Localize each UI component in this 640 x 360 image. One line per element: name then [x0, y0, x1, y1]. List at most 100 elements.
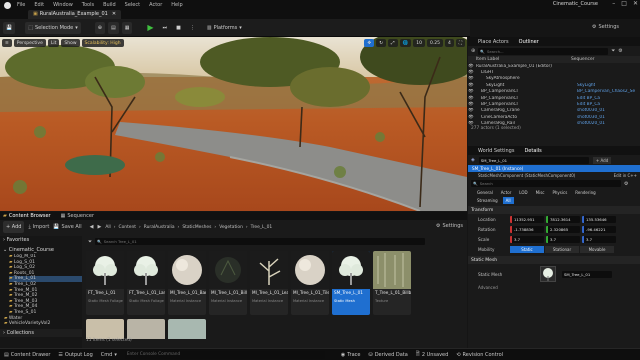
- filter-icon[interactable]: ⏷: [88, 239, 92, 245]
- close-tab-icon[interactable]: ✕: [112, 11, 116, 17]
- folder-item[interactable]: ▰ VehicleVarietyVol2: [4, 321, 82, 327]
- mobility-movable[interactable]: Movable: [580, 245, 614, 253]
- asset-tile[interactable]: [86, 319, 124, 339]
- cb-settings-button[interactable]: ⚙ Settings: [436, 223, 463, 229]
- rotation-z-field[interactable]: -96.46221: [582, 225, 616, 233]
- edit-cpp-label[interactable]: Edit in C++: [614, 173, 637, 178]
- cmd-button[interactable]: Cmd ▾: [101, 352, 117, 358]
- scalability-warning[interactable]: Scalability: High: [81, 39, 124, 47]
- rotation-y-field[interactable]: 2.320865: [546, 225, 580, 233]
- menu-window[interactable]: Window: [53, 2, 73, 8]
- scale-tool[interactable]: ⤢: [387, 39, 398, 47]
- transform-section-header[interactable]: Transform: [468, 206, 640, 214]
- asset-tile[interactable]: MI_Tree_L_01_Leaves Material Instance: [250, 251, 288, 315]
- asset-tile[interactable]: [127, 319, 165, 339]
- camera-speed-value[interactable]: 4: [444, 39, 454, 47]
- breadcrumb-tree[interactable]: Tree_L_01: [251, 225, 273, 230]
- cat-lod[interactable]: LOD: [516, 189, 530, 196]
- rotation-x-field[interactable]: -1.738836: [510, 225, 544, 233]
- content-drawer-button[interactable]: ▤ Content Drawer: [4, 352, 50, 358]
- import-button[interactable]: ⤓ Import: [28, 224, 49, 230]
- asset-tile[interactable]: MI_Tree_L_01_Tile Material Instance: [291, 251, 329, 315]
- perspective-button[interactable]: Perspective: [13, 39, 46, 47]
- instance-row[interactable]: SM_Tree_L_01 (Instance): [468, 165, 640, 172]
- lit-button[interactable]: Lit: [47, 39, 60, 47]
- advanced-toggle[interactable]: Advanced: [468, 284, 640, 291]
- trace-button[interactable]: ◉ Trace: [341, 352, 361, 358]
- play-options-button[interactable]: ⋮: [187, 22, 198, 34]
- breadcrumb-content[interactable]: Content: [119, 225, 136, 230]
- scale-y-field[interactable]: 3.7: [546, 235, 580, 243]
- tab-place-actors[interactable]: Place Actors: [478, 39, 509, 45]
- actor-name-field[interactable]: SM_Tree_L_01: [478, 156, 589, 164]
- cat-streaming[interactable]: Streaming: [474, 197, 501, 204]
- tab-world-settings[interactable]: World Settings: [478, 148, 514, 154]
- tab-content-browser[interactable]: ▰ Content Browser: [3, 213, 51, 219]
- show-button[interactable]: Show: [61, 39, 80, 47]
- outliner-search-input[interactable]: 🔍 Search...: [478, 47, 609, 55]
- menu-select[interactable]: Select: [125, 2, 140, 8]
- details-search-input[interactable]: 🔍 Search: [471, 180, 621, 187]
- mobility-static[interactable]: Static: [510, 245, 544, 253]
- location-x-field[interactable]: 11352.951: [510, 215, 544, 223]
- gear-icon[interactable]: ⚙: [624, 181, 628, 187]
- viewport-menu-button[interactable]: ≡: [2, 39, 12, 47]
- asset-tile[interactable]: [168, 319, 206, 339]
- filter-icon[interactable]: ⏷: [611, 48, 615, 54]
- location-y-field[interactable]: 7812.3614: [546, 215, 580, 223]
- derived-data-button[interactable]: ⛁ Derived Data: [368, 352, 407, 358]
- revision-control-button[interactable]: ⟲ Revision Control: [456, 352, 503, 358]
- editor-settings-button[interactable]: ⚙ Settings: [592, 24, 619, 30]
- quick-add-button[interactable]: ⊕: [94, 21, 105, 34]
- menu-edit[interactable]: Edit: [34, 2, 44, 8]
- console-input[interactable]: Enter Console Command: [124, 350, 325, 359]
- breadcrumb-all[interactable]: All: [105, 225, 110, 230]
- project-header[interactable]: ⌄ Cinematic_Course: [0, 246, 82, 254]
- cat-general[interactable]: General: [474, 189, 496, 196]
- rotate-tool[interactable]: ↻: [376, 39, 386, 47]
- outliner-row[interactable]: 👁 BP_CampervanCl BP_Campervan_Chaos2_Se: [468, 89, 640, 95]
- menu-file[interactable]: File: [17, 2, 25, 8]
- asset-tile[interactable]: MI_Tree_L_01_Billboard Material Instance: [209, 251, 247, 315]
- location-z-field[interactable]: 135.53646: [582, 215, 616, 223]
- skip-button[interactable]: ⏭: [160, 22, 171, 34]
- scale-x-field[interactable]: 3.7: [510, 235, 544, 243]
- mobility-stationary[interactable]: Stationar: [545, 245, 579, 253]
- platforms-button[interactable]: ▥ Platforms ▾: [204, 22, 245, 34]
- menu-actor[interactable]: Actor: [149, 2, 162, 8]
- breadcrumb-ruralaustralia[interactable]: RuralAustralia: [144, 225, 175, 230]
- cat-all[interactable]: All: [502, 196, 514, 204]
- save-all-button[interactable]: 💾 Save All: [53, 224, 81, 230]
- col-item-label[interactable]: Item Label: [476, 57, 571, 62]
- play-button[interactable]: ▶: [144, 22, 156, 34]
- mode-selector[interactable]: ⬚ Selection Mode ▾: [25, 21, 81, 34]
- minimize-icon[interactable]: –: [612, 0, 615, 7]
- stop-button[interactable]: ■: [173, 22, 184, 34]
- static-mesh-thumbnail[interactable]: [540, 266, 556, 282]
- add-button[interactable]: + Add: [3, 221, 25, 233]
- asset-tile[interactable]: FT_Tree_L_01 Static Mesh Foliage: [86, 251, 124, 315]
- asset-tile[interactable]: FT_Tree_L_01_Large Static Mesh Foliage: [127, 251, 165, 315]
- cat-actor[interactable]: Actor: [498, 189, 515, 196]
- static-mesh-section-header[interactable]: Static Mesh: [468, 256, 640, 264]
- menu-build[interactable]: Build: [103, 2, 116, 8]
- blueprint-button[interactable]: ▤: [107, 21, 119, 34]
- add-component-button[interactable]: + Add: [592, 156, 612, 164]
- tab-sequencer[interactable]: ▦ Sequencer: [61, 213, 94, 219]
- angle-snap-value[interactable]: 10: [413, 39, 425, 47]
- maximize-icon[interactable]: □: [621, 0, 627, 7]
- output-log-button[interactable]: ☰ Output Log: [58, 352, 92, 358]
- menu-help[interactable]: Help: [171, 2, 182, 8]
- add-icon[interactable]: ⊕: [471, 48, 475, 54]
- collections-header[interactable]: › Collections: [0, 329, 82, 337]
- cat-physics[interactable]: Physics: [549, 189, 570, 196]
- asset-tile[interactable]: MI_Tree_L_01_Bark Material Instance: [168, 251, 206, 315]
- close-icon[interactable]: ✕: [633, 0, 638, 7]
- tab-details[interactable]: Details: [524, 148, 541, 154]
- scale-snap-value[interactable]: 0.25: [426, 39, 443, 47]
- translate-tool[interactable]: ✥: [364, 39, 375, 47]
- forward-icon[interactable]: ▶: [97, 224, 101, 230]
- unsaved-button[interactable]: 🗎 2 Unsaved: [416, 351, 449, 359]
- gear-icon[interactable]: ⚙: [618, 48, 622, 54]
- asset-tile[interactable]: SM_Tree_L_01 Static Mesh: [332, 251, 370, 315]
